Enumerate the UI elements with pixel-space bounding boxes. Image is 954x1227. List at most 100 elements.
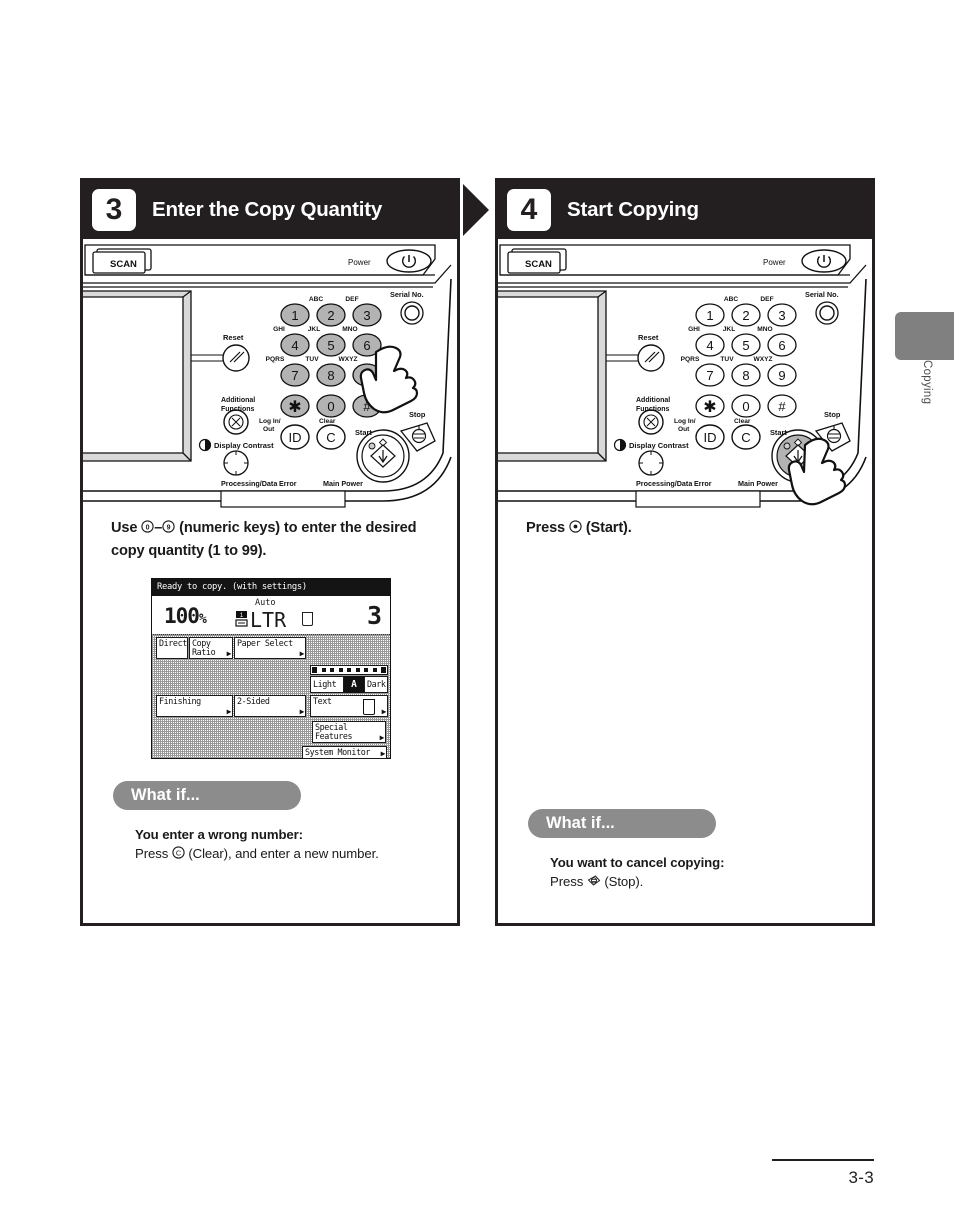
svg-text:DEF: DEF (345, 296, 358, 303)
side-tab-label: Copying (921, 360, 933, 405)
instruction-prefix-3: Use (111, 520, 138, 536)
svg-text:Out: Out (678, 426, 690, 433)
svg-text:6: 6 (363, 338, 370, 353)
lcd-button-auto-density[interactable]: A (344, 676, 364, 694)
svg-text:1: 1 (291, 308, 298, 323)
svg-text:9: 9 (778, 368, 785, 383)
lcd-paper-source-icon: 1 (235, 610, 248, 630)
svg-text:Stop: Stop (824, 410, 841, 419)
panel-header-4: 4 Start Copying (498, 181, 872, 239)
svg-text:Processing/Data: Processing/Data (221, 479, 278, 488)
instruction-body-4: (Start). (585, 520, 632, 536)
step-panel-4: 4 Start Copying Power SCAN Reset Additio… (495, 178, 875, 926)
lcd-button-text[interactable]: Text ▶ (310, 695, 388, 718)
svg-text:3: 3 (363, 308, 370, 323)
svg-text:ABC: ABC (309, 296, 324, 303)
svg-text:WXYZ: WXYZ (338, 356, 357, 363)
svg-text:Functions: Functions (636, 406, 670, 413)
svg-text:9: 9 (167, 524, 171, 531)
lcd-button-light[interactable]: Light (310, 676, 344, 694)
lcd-illustration-wrap-3: Ready to copy. (with settings) 100% Auto… (83, 562, 457, 760)
svg-text:Error: Error (694, 479, 712, 488)
lcd-screen: Ready to copy. (with settings) 100% Auto… (151, 578, 391, 760)
lcd-orientation-icon (302, 612, 313, 627)
instruction-text-3: Use 0 – 9 (numeric keys) to enter the de… (111, 518, 417, 560)
lcd-button-direct[interactable]: Direct (156, 637, 188, 660)
svg-text:✱: ✱ (703, 399, 716, 416)
svg-text:8: 8 (742, 368, 749, 383)
svg-text:TUV: TUV (720, 356, 734, 363)
side-tab-marker (895, 312, 954, 360)
lcd-top-row: 100% Auto 1 LTR 3 (152, 596, 390, 636)
lcd-density-slider[interactable] (310, 665, 388, 676)
svg-text:Processing/Data: Processing/Data (636, 479, 693, 488)
svg-text:Clear: Clear (734, 418, 751, 425)
lcd-paper-auto-label: Auto (255, 598, 276, 609)
svg-text:Error: Error (279, 479, 297, 488)
svg-text:5: 5 (742, 338, 749, 353)
lcd-zoom-ratio: 100% (164, 604, 207, 629)
svg-text:Power: Power (763, 258, 786, 267)
svg-text:Log In/: Log In/ (674, 418, 696, 425)
lcd-button-copy-ratio[interactable]: Copy Ratio ▶ (189, 637, 233, 660)
svg-text:GHI: GHI (688, 326, 700, 333)
svg-text:Start: Start (770, 428, 787, 437)
svg-text:Additional: Additional (221, 397, 255, 404)
whatif-question-3: You enter a wrong number: (135, 827, 303, 843)
whatif-answer-prefix-4: Press (550, 874, 584, 890)
whatif-section-3: What if... You enter a wrong number: Pre… (83, 759, 457, 862)
lcd-button-2-sided[interactable]: 2-Sided ▶ (234, 695, 306, 718)
svg-text:Display Contrast: Display Contrast (214, 441, 274, 450)
lcd-button-special-features[interactable]: Special Features ▶ (312, 721, 386, 744)
control-panel-illustration-3: Power SCAN Reset Additional Functions Di… (83, 239, 457, 511)
lcd-button-dark[interactable]: Dark (364, 676, 388, 694)
lcd-button-system-monitor[interactable]: System Monitor ▶ (302, 746, 387, 760)
step-number-badge-3: 3 (92, 189, 136, 231)
svg-text:Start: Start (355, 428, 372, 437)
whatif-pill-4: What if... (528, 809, 716, 839)
lcd-button-paper-select[interactable]: Paper Select ▶ (234, 637, 306, 660)
page-number: 3-3 (848, 1168, 874, 1187)
svg-text:Serial No.: Serial No. (805, 290, 839, 299)
svg-text:4: 4 (291, 338, 298, 353)
svg-text:Reset: Reset (638, 333, 659, 342)
svg-text:DEF: DEF (760, 296, 773, 303)
lcd-copy-quantity: 3 (366, 601, 382, 631)
clear-key-icon: C (172, 846, 185, 862)
whatif-answer-3: Press C (Clear), and enter a new number. (135, 846, 457, 862)
footer-rule (772, 1159, 874, 1161)
svg-text:Serial No.: Serial No. (390, 290, 424, 299)
svg-text:6: 6 (778, 338, 785, 353)
whatif-answer-prefix-3: Press (135, 846, 169, 862)
svg-text:0: 0 (742, 399, 749, 414)
svg-text:3: 3 (778, 308, 785, 323)
svg-text:7: 7 (706, 368, 713, 383)
svg-text:ID: ID (289, 430, 302, 445)
lcd-button-finishing[interactable]: Finishing ▶ (156, 695, 233, 718)
svg-text:1: 1 (706, 308, 713, 323)
start-key-icon (569, 518, 582, 540)
step-number-badge-4: 4 (507, 189, 551, 231)
numeric-key-0-icon: 0 (141, 518, 154, 540)
svg-text:JKL: JKL (723, 326, 735, 333)
panel-title-3: Enter the Copy Quantity (152, 198, 383, 221)
svg-text:Additional: Additional (636, 397, 670, 404)
svg-text:ID: ID (704, 430, 717, 445)
svg-text:Reset: Reset (223, 333, 244, 342)
flow-arrow-icon (463, 184, 489, 236)
svg-text:Stop: Stop (409, 410, 426, 419)
svg-text:5: 5 (327, 338, 334, 353)
svg-text:Clear: Clear (319, 418, 336, 425)
svg-text:0: 0 (146, 524, 150, 531)
step-panel-3: 3 Enter the Copy Quantity Power SCAN Res… (80, 178, 460, 926)
instruction-body-3: (numeric keys) to enter the desired copy… (111, 520, 417, 560)
stop-key-icon (587, 874, 601, 890)
whatif-section-4: What if... You want to cancel copying: P… (498, 540, 872, 890)
svg-text:Out: Out (263, 426, 275, 433)
power-button-group (801, 249, 847, 273)
svg-text:Log In/: Log In/ (259, 418, 281, 425)
svg-text:C: C (741, 430, 750, 445)
svg-text:WXYZ: WXYZ (753, 356, 772, 363)
svg-text:Main Power: Main Power (738, 479, 778, 488)
svg-text:8: 8 (327, 368, 334, 383)
